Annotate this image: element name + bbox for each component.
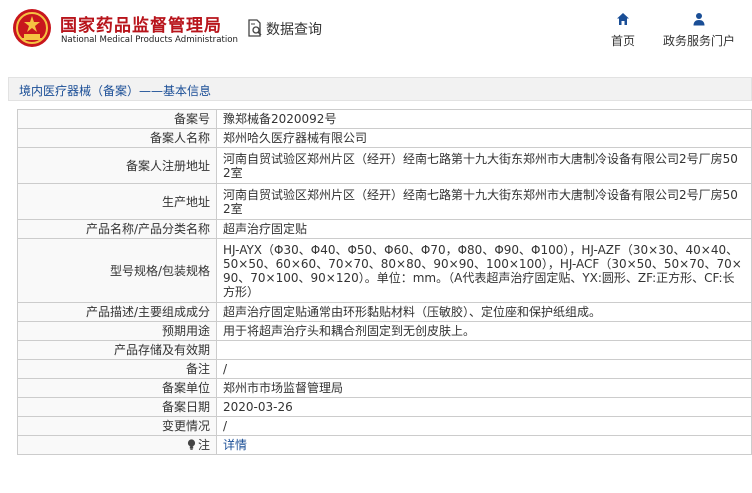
field-label: 型号规格/包装规格 — [17, 238, 217, 303]
user-icon — [693, 13, 705, 26]
field-value: 豫郑械备2020092号 — [216, 109, 752, 129]
table-row: 产品描述/主要组成成分 超声治疗固定贴通常由环形黏贴材料（压敏胶）、定位座和保护… — [17, 302, 752, 322]
note-value-cell: 详情 — [216, 435, 752, 455]
lightbulb-icon — [187, 439, 196, 450]
table-row: 型号规格/包装规格 HJ-AYX（Φ30、Φ40、Φ50、Φ60、Φ70，Φ80… — [17, 238, 752, 303]
site-title: 国家药品监督管理局 — [60, 16, 222, 36]
nav-service-label: 政务服务门户 — [662, 34, 735, 48]
field-label: 备案人注册地址 — [17, 147, 217, 184]
field-value: 郑州市市场监督管理局 — [216, 378, 752, 398]
field-value: / — [216, 359, 752, 379]
site-header: 国家药品监督管理局 National Medical Products Admi… — [0, 0, 752, 60]
field-value: 郑州哈久医疗器械有限公司 — [216, 128, 752, 148]
field-label: 产品描述/主要组成成分 — [17, 302, 217, 322]
field-value — [216, 340, 752, 360]
field-label: 变更情况 — [17, 416, 217, 436]
field-value: 河南自贸试验区郑州片区（经开）经南七路第十九大街东郑州市大唐制冷设备有限公司2号… — [216, 183, 752, 220]
table-row: 产品存储及有效期 — [17, 340, 752, 360]
field-value: HJ-AYX（Φ30、Φ40、Φ50、Φ60、Φ70，Φ80、Φ90、Φ100）… — [216, 238, 752, 303]
table-row: 备案人注册地址 河南自贸试验区郑州片区（经开）经南七路第十九大街东郑州市大唐制冷… — [17, 147, 752, 184]
field-value: 河南自贸试验区郑州片区（经开）经南七路第十九大街东郑州市大唐制冷设备有限公司2号… — [216, 147, 752, 184]
document-search-icon — [248, 19, 262, 37]
table-row: 备注 / — [17, 359, 752, 379]
field-label: 生产地址 — [17, 183, 217, 220]
table-row: 备案日期 2020-03-26 — [17, 397, 752, 417]
national-emblem-icon — [13, 9, 51, 47]
table-row: 备案单位 郑州市市场监督管理局 — [17, 378, 752, 398]
home-icon — [617, 13, 629, 25]
site-subtitle: National Medical Products Administration — [61, 35, 238, 45]
detail-table: 备案号 豫郑械备2020092号 备案人名称 郑州哈久医疗器械有限公司 备案人注… — [17, 109, 752, 455]
field-value: 2020-03-26 — [216, 397, 752, 417]
field-value: 超声治疗固定贴通常由环形黏贴材料（压敏胶）、定位座和保护纸组成。 — [216, 302, 752, 322]
field-label: 备案号 — [17, 109, 217, 129]
field-label: 产品存储及有效期 — [17, 340, 217, 360]
nav-service-portal-link[interactable]: 政务服务门户 — [660, 12, 738, 52]
table-row: 变更情况 / — [17, 416, 752, 436]
nav-home-label: 首页 — [610, 34, 635, 48]
field-label: 产品名称/产品分类名称 — [17, 219, 217, 239]
field-value: / — [216, 416, 752, 436]
note-label-cell: 注 — [17, 435, 217, 455]
field-label: 备案单位 — [17, 378, 217, 398]
table-row: 生产地址 河南自贸试验区郑州片区（经开）经南七路第十九大街东郑州市大唐制冷设备有… — [17, 183, 752, 220]
field-value: 超声治疗固定贴 — [216, 219, 752, 239]
section-title: 境内医疗器械（备案）——基本信息 — [19, 84, 212, 98]
table-row: 产品名称/产品分类名称 超声治疗固定贴 — [17, 219, 752, 239]
nav-home-link[interactable]: 首页 — [606, 12, 640, 52]
note-label: 注 — [197, 438, 210, 452]
details-link[interactable]: 详情 — [223, 438, 247, 452]
field-value: 用于将超声治疗头和耦合剂固定到无创皮肤上。 — [216, 321, 752, 341]
table-row: 预期用途 用于将超声治疗头和耦合剂固定到无创皮肤上。 — [17, 321, 752, 341]
table-row: 备案号 豫郑械备2020092号 — [17, 109, 752, 129]
table-row: 备案人名称 郑州哈久医疗器械有限公司 — [17, 128, 752, 148]
field-label: 备案人名称 — [17, 128, 217, 148]
field-label: 备注 — [17, 359, 217, 379]
field-label: 备案日期 — [17, 397, 217, 417]
table-row: 注 详情 — [17, 435, 752, 455]
data-query-label: 数据查询 — [266, 22, 322, 38]
field-label: 预期用途 — [17, 321, 217, 341]
section-header: 境内医疗器械（备案）——基本信息 — [8, 77, 752, 101]
